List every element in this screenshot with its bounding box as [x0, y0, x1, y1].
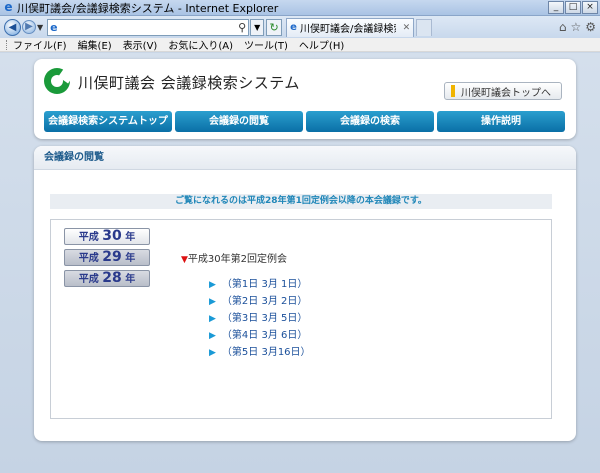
menu-view[interactable]: 表示(V): [123, 37, 158, 52]
menu-help[interactable]: ヘルプ(H): [299, 37, 344, 52]
day-link-2[interactable]: ▶ （第2日 3月 2日）: [209, 295, 311, 309]
menu-grip: [6, 39, 8, 50]
browser-toolbar-right: ⌂ ☆ ⚙: [559, 20, 596, 34]
nav-tab-search[interactable]: 会議録の検索: [306, 111, 434, 132]
play-triangle-icon: ▶: [209, 314, 216, 324]
year-button-h28[interactable]: 平成 28 年: [64, 270, 150, 287]
menu-favorites[interactable]: お気に入り(A): [168, 37, 233, 52]
year-list: 平成 30 年 平成 29 年 平成 28 年: [64, 228, 150, 287]
day-link-3[interactable]: ▶ （第3日 3月 5日）: [209, 312, 311, 326]
back-icon[interactable]: ◀: [4, 18, 21, 36]
session-title[interactable]: ▼平成30年第2回定例会: [181, 250, 287, 265]
nav-tab-help[interactable]: 操作説明: [437, 111, 565, 132]
menu-edit[interactable]: 編集(E): [78, 37, 112, 52]
menu-bar: ファイル(F) 編集(E) 表示(V) お気に入り(A) ツール(T) ヘルプ(…: [0, 38, 600, 52]
record-browser: 平成 30 年 平成 29 年 平成 28 年 ▼平成30年第2回定例会 ▶ （第…: [50, 219, 552, 419]
play-triangle-icon: ▶: [209, 331, 216, 341]
nav-tab-system-top[interactable]: 会議録検索システムトップ: [44, 111, 172, 132]
maximize-button[interactable]: □: [565, 1, 581, 14]
forward-icon[interactable]: ▶: [22, 20, 36, 34]
session-label: 平成30年第2回定例会: [187, 254, 288, 265]
site-header: 川俣町議会 会議録検索システム 川俣町議会トップへ 会議録検索システムトップ 会…: [34, 59, 576, 139]
new-tab-button[interactable]: [416, 18, 433, 36]
tab-title: 川俣町議会/会議録検索シ...: [299, 24, 396, 35]
play-triangle-icon: ▶: [209, 297, 216, 307]
content-panel: 会議録の閲覧 ご覧になれるのは平成28年第1回定例会以降の本会議録です。 平成 …: [34, 146, 576, 441]
browser-navbar: ◀ ▶ ▼ e ⚲ ▼ ↻ e 川俣町議会/会議録検索シ... ✕ ⌂ ☆ ⚙: [0, 16, 600, 38]
day-link-4[interactable]: ▶ （第4日 3月 6日）: [209, 329, 311, 343]
tab-ie-icon: e: [290, 22, 297, 33]
council-top-link-label: 川俣町議会トップへ: [461, 87, 551, 99]
main-nav: 会議録検索システムトップ 会議録の閲覧 会議録の検索 操作説明: [44, 111, 565, 132]
play-triangle-icon: ▶: [209, 348, 216, 358]
tab-close-icon[interactable]: ✕: [403, 23, 411, 33]
menu-file[interactable]: ファイル(F): [13, 37, 67, 52]
window-titlebar: e 川俣町議会/会議録検索システム - Internet Explorer _ …: [0, 0, 600, 16]
availability-notice: ご覧になれるのは平成28年第1回定例会以降の本会議録です。: [50, 194, 552, 209]
day-link-1[interactable]: ▶ （第1日 3月 1日）: [209, 278, 311, 292]
window-controls: _ □ ×: [548, 1, 598, 14]
expanded-triangle-icon: ▼: [181, 255, 188, 265]
ie-logo-icon: e: [4, 0, 13, 14]
search-icon[interactable]: ⚲: [238, 21, 246, 34]
close-button[interactable]: ×: [582, 1, 598, 14]
gear-icon[interactable]: ⚙: [585, 20, 596, 34]
page-viewport: 川俣町議会 会議録検索システム 川俣町議会トップへ 会議録検索システムトップ 会…: [0, 53, 600, 473]
window-title: 川俣町議会/会議録検索システム - Internet Explorer: [17, 1, 279, 15]
site-title: 川俣町議会 会議録検索システム: [78, 74, 300, 92]
day-list: ▶ （第1日 3月 1日） ▶ （第2日 3月 2日） ▶ （第3日 3月 5日） ▶…: [209, 278, 311, 360]
nav-tab-browse[interactable]: 会議録の閲覧: [175, 111, 303, 132]
day-link-5[interactable]: ▶ （第5日 3月16日）: [209, 346, 311, 360]
play-triangle-icon: ▶: [209, 280, 216, 290]
year-button-h29[interactable]: 平成 29 年: [64, 249, 150, 266]
address-dropdown-button[interactable]: ▼: [250, 18, 265, 36]
favorites-star-icon[interactable]: ☆: [570, 20, 581, 34]
content-heading: 会議録の閲覧: [34, 146, 576, 170]
home-icon[interactable]: ⌂: [559, 20, 567, 34]
year-button-h30[interactable]: 平成 30 年: [64, 228, 150, 245]
history-dropdown-icon[interactable]: ▼: [37, 23, 43, 32]
minimize-button[interactable]: _: [548, 1, 564, 14]
council-top-link[interactable]: 川俣町議会トップへ: [444, 82, 562, 100]
refresh-icon[interactable]: ↻: [266, 18, 283, 36]
menu-tools[interactable]: ツール(T): [244, 37, 288, 52]
link-marker-icon: [451, 85, 455, 97]
browser-tab[interactable]: e 川俣町議会/会議録検索シ... ✕: [286, 17, 415, 37]
address-bar[interactable]: e ⚲: [47, 18, 250, 36]
town-logo-icon: [44, 68, 74, 94]
ie-page-icon: e: [50, 20, 58, 34]
